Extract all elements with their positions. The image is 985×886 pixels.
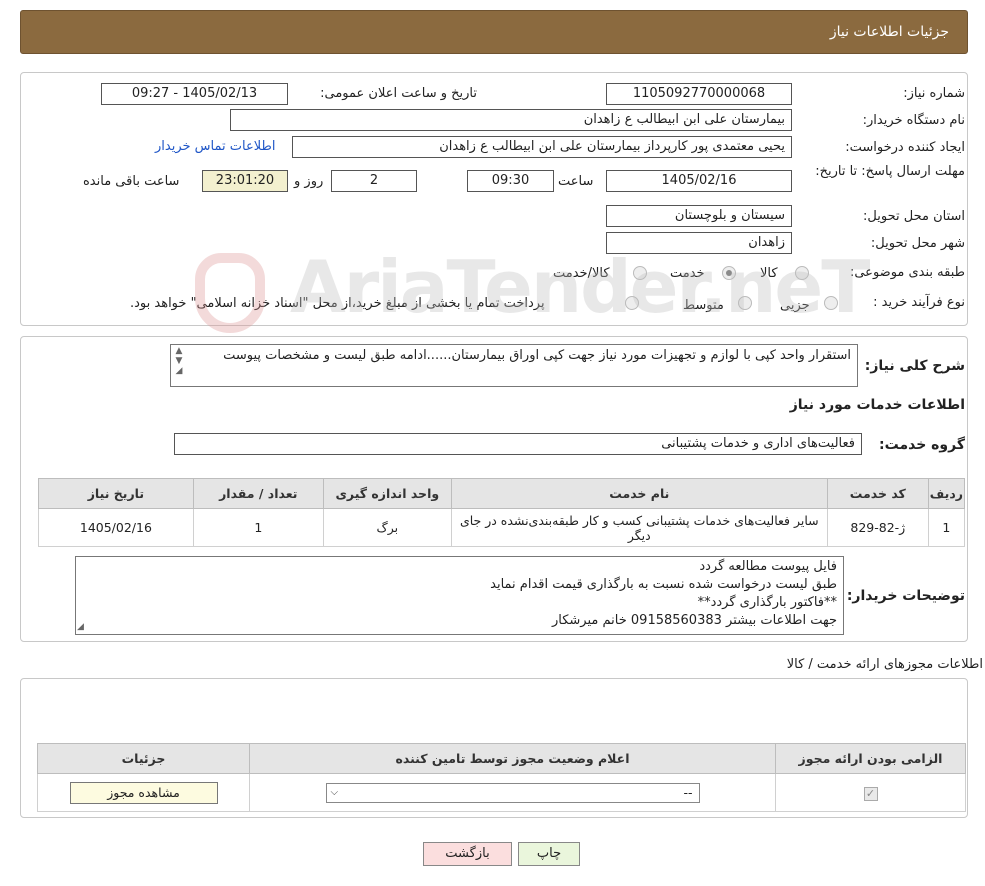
announce-field: 1405/02/13 - 09:27	[101, 83, 288, 105]
notes-resize-icon[interactable]: ◢	[77, 622, 84, 632]
need-number-field: 1105092770000068	[606, 83, 792, 105]
col-license-details: جزئیات	[37, 743, 250, 774]
col-unit: واحد اندازه گیری	[322, 478, 452, 509]
process-medium-radio[interactable]	[738, 296, 752, 310]
chevron-down-icon: ⌵	[330, 786, 339, 798]
page-title: جزئیات اطلاعات نیاز	[829, 24, 949, 40]
cell-date: 1405/02/16	[38, 508, 194, 547]
announce-label: تاریخ و ساعت اعلان عمومی:	[320, 86, 477, 101]
service-group-label: گروه خدمت:	[879, 437, 965, 453]
summary-textarea[interactable]: استقرار واحد کپی با لوازم و تجهیزات مورد…	[170, 344, 858, 387]
services-table-header: ردیف کد خدمت نام خدمت واحد اندازه گیری ت…	[38, 478, 966, 509]
service-group-field: فعالیت‌های اداری و خدمات پشتیبانی	[174, 433, 862, 455]
cell-license-required: ✓	[775, 773, 966, 812]
creator-field: یحیی معتمدی پور کارپرداز بیمارستان علی ا…	[292, 136, 792, 158]
need-number-label: شماره نیاز:	[903, 86, 965, 101]
category-label: طبقه بندی موضوعی:	[849, 265, 965, 280]
remaining-label: ساعت باقی مانده	[83, 174, 180, 189]
buyer-org-field: بیمارستان علی ابن ابیطالب ع زاهدان	[230, 109, 792, 131]
col-qty: تعداد / مقدار	[192, 478, 324, 509]
buyer-notes-line: **فاکتور بارگذاری گردد**	[697, 595, 837, 610]
category-goods-service-radio[interactable]	[633, 266, 647, 280]
province-field: سیستان و بلوچستان	[606, 205, 792, 227]
services-section-title: اطلاعات خدمات مورد نیاز	[789, 397, 965, 413]
buyer-notes-line: فایل پیوست مطالعه گردد	[699, 559, 837, 574]
col-row: ردیف	[927, 478, 966, 509]
process-minor-label: جزیی	[780, 298, 810, 313]
licenses-section-title: اطلاعات مجوزهای ارائه خدمت / کالا	[786, 657, 983, 672]
deadline-time-field: 09:30	[467, 170, 554, 192]
licenses-table-header: الزامی بودن ارائه مجوز اعلام وضعیت مجوز …	[37, 743, 966, 774]
licenses-table-wrap: الزامی بودن ارائه مجوز اعلام وضعیت مجوز …	[37, 743, 966, 812]
table-row: ✓ -- ⌵ مشاهده مجوز	[37, 773, 966, 812]
city-label: شهر محل تحویل:	[870, 236, 965, 251]
services-table-wrap: ردیف کد خدمت نام خدمت واحد اندازه گیری ت…	[38, 478, 966, 547]
process-medium-label: متوسط	[683, 298, 724, 313]
remaining-time-field: 23:01:20	[202, 170, 288, 192]
deadline-time-label: ساعت	[558, 174, 594, 189]
print-button[interactable]: چاپ	[518, 842, 580, 866]
col-code: کد خدمت	[826, 478, 929, 509]
category-goods-service-label: کالا/خدمت	[553, 266, 610, 281]
col-date: تاریخ نیاز	[38, 478, 194, 509]
creator-label: ایجاد کننده درخواست:	[845, 140, 965, 155]
license-required-checkbox[interactable]: ✓	[863, 786, 878, 801]
category-goods-radio[interactable]	[795, 266, 809, 280]
cell-unit: برگ	[322, 508, 452, 547]
cell-license-status: -- ⌵	[249, 773, 776, 812]
table-row: 1 ژ-82-829 سایر فعالیت‌های خدمات پشتیبان…	[38, 508, 966, 547]
category-goods-label: کالا	[760, 266, 778, 281]
cell-code: ژ-82-829	[826, 508, 929, 547]
buyer-notes-label: توضیحات خریدار:	[846, 588, 965, 604]
deadline-label: مهلت ارسال پاسخ: تا تاریخ:	[815, 164, 965, 179]
licenses-table: الزامی بودن ارائه مجوز اعلام وضعیت مجوز …	[37, 743, 966, 812]
summary-label: شرح کلی نیاز:	[864, 358, 965, 374]
cell-qty: 1	[192, 508, 324, 547]
process-minor-radio[interactable]	[824, 296, 838, 310]
cell-row: 1	[927, 508, 966, 547]
process-label: نوع فرآیند خرید :	[873, 295, 965, 310]
summary-text: استقرار واحد کپی با لوازم و تجهیزات مورد…	[223, 348, 851, 363]
process-note: پرداخت تمام یا بخشی از مبلغ خرید،از محل …	[130, 296, 545, 311]
services-table: ردیف کد خدمت نام خدمت واحد اندازه گیری ت…	[38, 478, 966, 547]
category-service-radio[interactable]	[722, 266, 736, 280]
category-service-label: خدمت	[670, 266, 705, 281]
days-label: روز و	[294, 174, 324, 189]
buyer-notes-line: طبق لیست درخواست شده نسبت به بارگذاری قی…	[490, 577, 837, 592]
process-treasury-radio[interactable]	[625, 296, 639, 310]
buyer-contact-link[interactable]: اطلاعات تماس خریدار	[155, 139, 275, 154]
deadline-date-field: 1405/02/16	[606, 170, 792, 192]
province-label: استان محل تحویل:	[863, 209, 965, 224]
license-status-value: --	[683, 784, 693, 800]
col-license-status: اعلام وضعیت مجوز توسط تامین کننده	[249, 743, 776, 774]
summary-scroll-icon[interactable]: ▲ ▼ ◢	[172, 346, 186, 384]
buyer-org-label: نام دستگاه خریدار:	[862, 113, 965, 128]
view-license-button[interactable]: مشاهده مجوز	[69, 781, 218, 804]
col-license-required: الزامی بودن ارائه مجوز	[775, 743, 966, 774]
cell-license-details: مشاهده مجوز	[37, 773, 250, 812]
city-field: زاهدان	[606, 232, 792, 254]
license-status-select[interactable]: -- ⌵	[325, 782, 700, 803]
page-header: جزئیات اطلاعات نیاز	[20, 10, 968, 54]
buyer-notes-textarea[interactable]: فایل پیوست مطالعه گردد طبق لیست درخواست …	[75, 556, 844, 635]
days-field: 2	[331, 170, 417, 192]
cell-name: سایر فعالیت‌های خدمات پشتیبانی کسب و کار…	[450, 508, 828, 547]
col-name: نام خدمت	[450, 478, 828, 509]
buyer-notes-line: جهت اطلاعات بیشتر 09158560383 خانم میرشک…	[552, 613, 837, 628]
back-button[interactable]: بازگشت	[423, 842, 512, 866]
